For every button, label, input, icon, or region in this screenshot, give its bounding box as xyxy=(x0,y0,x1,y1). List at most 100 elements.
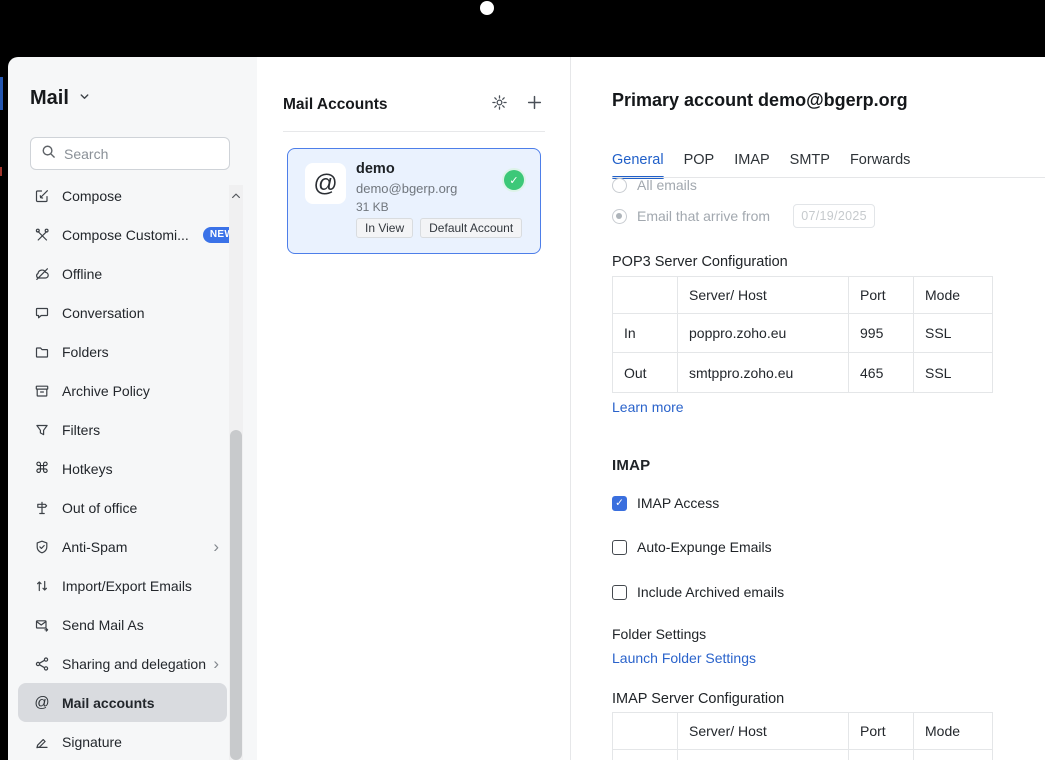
send-mail-icon xyxy=(34,617,50,633)
tab-smtp[interactable]: SMTP xyxy=(790,152,830,179)
filter-icon xyxy=(34,422,50,438)
settings-sidebar: Mail Compose Compose Customi... NEW xyxy=(8,57,257,760)
background-fragment xyxy=(0,167,2,176)
sidebar-item-label: Archive Policy xyxy=(62,383,150,399)
page-title: Primary account demo@bgerp.org xyxy=(612,90,908,111)
panel-title: Mail Accounts xyxy=(283,96,388,114)
sidebar-item-label: Compose Customi... xyxy=(62,227,189,243)
sidebar-item-hotkeys[interactable]: ⌘ Hotkeys xyxy=(18,449,227,488)
account-badges: In View Default Account xyxy=(356,218,522,238)
add-account-button[interactable] xyxy=(524,92,544,112)
date-input: 07/19/2025 xyxy=(793,204,875,228)
gear-icon[interactable] xyxy=(489,92,509,112)
account-detail-panel: Primary account demo@bgerp.org General P… xyxy=(571,57,1045,760)
account-card[interactable]: @ demo demo@bgerp.org 31 KB In View Defa… xyxy=(287,148,541,254)
detail-tabs: General POP IMAP SMTP Forwards xyxy=(612,152,910,179)
sidebar-item-archive-policy[interactable]: Archive Policy xyxy=(18,371,227,410)
tab-forwards[interactable]: Forwards xyxy=(850,152,910,179)
sidebar-item-label: Sharing and delegation xyxy=(62,656,206,672)
share-icon xyxy=(34,656,50,672)
checkbox-icon[interactable] xyxy=(612,540,627,555)
checkbox-imap-access[interactable]: ✓ IMAP Access xyxy=(612,491,719,515)
sidebar-item-filters[interactable]: Filters xyxy=(18,410,227,449)
verified-check-icon: ✓ xyxy=(504,170,524,190)
at-icon: @ xyxy=(34,695,50,711)
mail-app-switcher[interactable]: Mail xyxy=(30,87,91,110)
divider xyxy=(283,131,545,132)
background-fragment xyxy=(0,77,3,110)
sidebar-item-label: Out of office xyxy=(62,500,137,516)
app-title: Mail xyxy=(30,87,69,110)
sidebar-item-folders[interactable]: Folders xyxy=(18,332,227,371)
sidebar-item-label: Hotkeys xyxy=(62,461,113,477)
recording-dot xyxy=(480,1,494,15)
edit-icon xyxy=(34,188,50,204)
sidebar-item-sharing-delegation[interactable]: Sharing and delegation › xyxy=(18,644,227,683)
status-badge: In View xyxy=(356,218,413,238)
sidebar-item-label: Conversation xyxy=(62,305,145,321)
sidebar-item-label: Folders xyxy=(62,344,109,360)
imap-server-section-title: IMAP Server Configuration xyxy=(612,691,784,707)
sidebar-item-compose[interactable]: Compose xyxy=(18,176,227,215)
sidebar-item-anti-spam[interactable]: Anti-Spam › xyxy=(18,527,227,566)
sidebar-item-conversation[interactable]: Conversation xyxy=(18,293,227,332)
chevron-right-icon: › xyxy=(213,538,219,555)
checkbox-auto-expunge[interactable]: Auto-Expunge Emails xyxy=(612,535,772,559)
folder-settings-label: Folder Settings xyxy=(612,626,706,642)
shield-check-icon xyxy=(34,539,50,555)
scrollbar-thumb[interactable] xyxy=(230,430,242,760)
checkbox-include-archived[interactable]: Include Archived emails xyxy=(612,580,784,604)
sidebar-item-offline[interactable]: Offline xyxy=(18,254,227,293)
radio-all-emails: All emails xyxy=(612,178,697,197)
table-row: Out smtppro.zoho.eu 465 SSL xyxy=(613,353,993,393)
sidebar-item-signature[interactable]: Signature xyxy=(18,722,227,760)
launch-folder-settings-link[interactable]: Launch Folder Settings xyxy=(612,650,756,666)
sidebar-item-send-mail-as[interactable]: Send Mail As xyxy=(18,605,227,644)
signature-icon xyxy=(34,734,50,750)
imap-config-table: Server/ Host Port Mode xyxy=(612,712,993,760)
table-header-row: Server/ Host Port Mode xyxy=(613,277,993,314)
imap-section-title: IMAP xyxy=(612,457,650,474)
chevron-right-icon: › xyxy=(213,655,219,672)
table-row: In poppro.zoho.eu 995 SSL xyxy=(613,314,993,353)
sidebar-item-mail-accounts[interactable]: @ Mail accounts xyxy=(18,683,227,722)
signpost-icon xyxy=(34,500,50,516)
sidebar-item-label: Import/Export Emails xyxy=(62,578,192,594)
pop3-config-table: Server/ Host Port Mode In poppro.zoho.eu… xyxy=(612,276,993,393)
table-header-row: Server/ Host Port Mode xyxy=(613,713,993,750)
general-tab-content: All emails Email that arrive from 07/19/… xyxy=(612,178,1045,760)
sidebar-item-label: Mail accounts xyxy=(62,695,155,711)
account-email: demo@bgerp.org xyxy=(356,181,457,196)
archive-icon xyxy=(34,383,50,399)
tab-imap[interactable]: IMAP xyxy=(734,152,769,179)
radio-icon xyxy=(612,178,627,193)
scroll-up-icon[interactable] xyxy=(230,189,242,201)
sidebar-item-label: Filters xyxy=(62,422,100,438)
screen: Mail Compose Compose Customi... NEW xyxy=(0,0,1045,760)
search-box[interactable] xyxy=(30,137,230,170)
radio-selected-icon xyxy=(612,209,627,224)
sidebar-item-label: Compose xyxy=(62,188,122,204)
search-input[interactable] xyxy=(64,146,219,162)
tools-icon xyxy=(34,227,50,243)
sidebar-item-label: Offline xyxy=(62,266,102,282)
sidebar-item-out-of-office[interactable]: Out of office xyxy=(18,488,227,527)
settings-window: Mail Compose Compose Customi... NEW xyxy=(8,57,1045,760)
cloud-off-icon xyxy=(34,266,50,282)
sidebar-item-import-export[interactable]: Import/Export Emails xyxy=(18,566,227,605)
sidebar-item-label: Signature xyxy=(62,734,122,750)
checkbox-checked-icon[interactable]: ✓ xyxy=(612,496,627,511)
sidebar-item-label: Anti-Spam xyxy=(62,539,127,555)
table-row xyxy=(613,750,993,760)
checkbox-icon[interactable] xyxy=(612,585,627,600)
status-badge: Default Account xyxy=(420,218,522,238)
sidebar-item-compose-customization[interactable]: Compose Customi... NEW xyxy=(18,215,227,254)
account-size: 31 KB xyxy=(356,200,389,214)
learn-more-link[interactable]: Learn more xyxy=(612,399,684,415)
tab-general[interactable]: General xyxy=(612,152,664,179)
pop3-section-title: POP3 Server Configuration xyxy=(612,254,788,270)
radio-email-arrive-from: Email that arrive from 07/19/2025 xyxy=(612,204,875,228)
sidebar-scrollbar[interactable] xyxy=(229,185,243,760)
tab-pop[interactable]: POP xyxy=(684,152,715,179)
mail-accounts-panel: Mail Accounts @ demo demo@bgerp.org 31 K… xyxy=(257,57,570,760)
